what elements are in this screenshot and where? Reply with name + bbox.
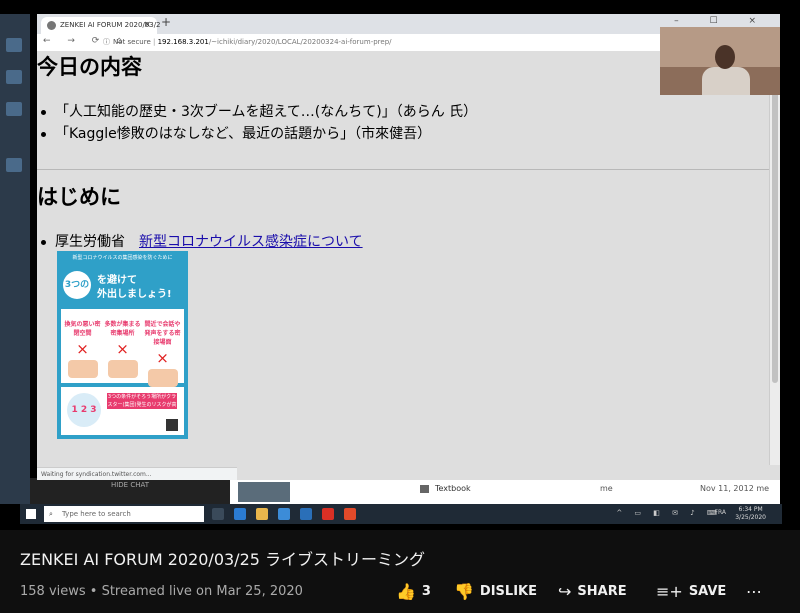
poster-cell: 多数が集まる密集場所 × — [103, 311, 142, 381]
poster-top-text: 新型コロナウイルスの集団感染を防ぐために — [72, 255, 173, 261]
search-icon: ⌕ — [49, 510, 53, 518]
thumbs-down-icon: 👎 — [454, 582, 474, 601]
url-host: 192.168.3.201 — [157, 38, 209, 46]
file-owner: me — [600, 484, 613, 493]
poster-headline: 3つの を避けて 外出しましょう! — [63, 267, 183, 307]
section-divider — [37, 169, 770, 170]
info-icon: ⓘ — [103, 38, 110, 46]
system-tray-icons[interactable]: ^ ▭ ◧ ✉ ♪ ⌨ — [616, 509, 722, 517]
qr-code-icon — [166, 419, 178, 431]
chrome-icon[interactable] — [322, 508, 334, 520]
more-actions-button[interactable]: ⋯ — [746, 581, 768, 604]
background-file-window: Textbook me Nov 11, 2012 me — [230, 478, 780, 504]
poster-headline-line1: を避けて — [97, 275, 137, 286]
file-date: Nov 11, 2012 me — [700, 484, 770, 493]
poster-headline-line2: 外出しましょう! — [97, 289, 172, 300]
poster-cell: 間近で会話や発声をする密接場面 × — [143, 311, 182, 387]
edge-icon[interactable] — [234, 508, 246, 520]
app-icon[interactable] — [344, 508, 356, 520]
globe-icon — [47, 21, 56, 30]
scrollbar-thumb[interactable] — [772, 53, 778, 383]
bullet-icon — [41, 131, 46, 137]
web-page-content: 今日の内容 「人工知能の歴史・3次ブームを超えて…(なんちて)」（あらん 氏） … — [37, 51, 770, 465]
coronavirus-info-link[interactable]: 新型コロナウイルス感染症について — [139, 234, 363, 250]
poster-lower-panel: 1 2 3 3つの条件がそろう場所がクラスター(集団)発生のリスクが高い! — [61, 387, 184, 435]
save-button[interactable]: ≡+ SAVE — [656, 581, 726, 604]
people-illustration — [67, 360, 98, 378]
windows-start-icon[interactable] — [26, 509, 36, 519]
agenda-item: 「Kaggle惨敗のはなしなど、最近の話題から」（市來健吾） — [41, 123, 431, 143]
thumbs-up-icon: 👍 — [396, 582, 416, 601]
close-tab-icon[interactable]: × — [143, 17, 151, 34]
section-title-intro: はじめに — [37, 185, 121, 209]
dislike-button[interactable]: 👎 DISLIKE — [454, 581, 537, 604]
desktop-left-strip — [0, 14, 30, 504]
mail-icon[interactable] — [300, 508, 312, 520]
cross-icon: × — [116, 340, 129, 358]
section-title-today: 今日の内容 — [37, 55, 142, 79]
new-tab-button[interactable]: + — [161, 15, 171, 29]
windows-taskbar: ⌕ Type here to search ^ ▭ ◧ ✉ ♪ ⌨ FRA 6:3… — [20, 504, 782, 524]
taskbar-search[interactable]: ⌕ Type here to search — [44, 506, 204, 522]
share-button[interactable]: ↪ SHARE — [558, 581, 627, 604]
task-view-icon[interactable] — [212, 508, 224, 520]
video-player[interactable]: HIDE CHAT Textbook me Nov 11, 2012 me ZE… — [0, 0, 800, 530]
desktop-app-icon — [6, 38, 22, 52]
desktop-app-icon — [6, 158, 22, 172]
video-actions: 👍 3 👎 DISLIKE ↪ SHARE ≡+ SAVE ⋯ — [396, 581, 786, 603]
presenter-body — [702, 67, 750, 95]
bullet-icon — [41, 109, 46, 115]
window-controls[interactable]: – ☐ × — [674, 16, 770, 26]
cross-icon: × — [76, 340, 89, 358]
file-thumbnail — [238, 482, 290, 502]
poster-message: 3つの条件がそろう場所がクラスター(集団)発生のリスクが高い! — [107, 393, 177, 416]
poster-cell: 換気の悪い密閉空間 × — [63, 311, 102, 381]
security-label: Not secure — [113, 38, 151, 46]
store-icon[interactable] — [278, 508, 290, 520]
share-icon: ↪ — [558, 582, 572, 601]
url-path: /~ichiki/diary/2020/LOCAL/20200324-ai-fo… — [208, 38, 392, 46]
people-illustration — [147, 369, 178, 387]
page-scrollbar[interactable] — [769, 51, 780, 465]
like-button[interactable]: 👍 3 — [396, 581, 431, 604]
desktop-app-icon — [6, 70, 22, 84]
file-icon — [420, 485, 429, 493]
poster-badge: 3つの — [63, 271, 91, 299]
video-metadata: 158 views • Streamed live on Mar 25, 202… — [20, 584, 303, 599]
browser-status-bar: Waiting for syndication.twitter.com... — [37, 467, 237, 480]
more-icon: ⋯ — [746, 582, 762, 601]
intro-item: 厚生労働省 新型コロナウイルス感染症について — [41, 231, 363, 251]
language-indicator[interactable]: FRA — [715, 509, 726, 516]
poster-panel: 換気の悪い密閉空間 × 多数が集まる密集場所 × 間近で会話や発声をする密接場面… — [61, 309, 184, 387]
file-name: Textbook — [435, 484, 471, 493]
video-title: ZENKEI AI FORUM 2020/03/25 ライブストリーミング — [20, 550, 426, 569]
presenter-head — [715, 45, 735, 69]
presenter-webcam — [660, 27, 780, 95]
agenda-item: 「人工知能の歴史・3次ブームを超えて…(なんちて)」（あらん 氏） — [41, 101, 477, 121]
poster-venn: 1 2 3 — [67, 393, 101, 427]
url-field[interactable]: ⓘ Not secure | 192.168.3.201/~ichiki/diar… — [103, 36, 392, 49]
bullet-icon — [41, 239, 46, 245]
playlist-add-icon: ≡+ — [656, 582, 683, 601]
cross-icon: × — [156, 349, 169, 367]
taskbar-clock[interactable]: 6:34 PM 3/25/2020 — [735, 506, 766, 522]
people-illustration — [107, 360, 138, 378]
browser-tab[interactable]: ZENKEI AI FORUM 2020/03/2 × — [41, 17, 161, 34]
file-explorer-icon[interactable] — [256, 508, 268, 520]
hide-chat-button[interactable]: HIDE CHAT — [30, 478, 230, 504]
avoid-three-cs-poster[interactable]: 新型コロナウイルスの集団感染を防ぐために 3つの を避けて 外出しましょう! 換… — [57, 251, 188, 439]
desktop-app-icon — [6, 102, 22, 116]
